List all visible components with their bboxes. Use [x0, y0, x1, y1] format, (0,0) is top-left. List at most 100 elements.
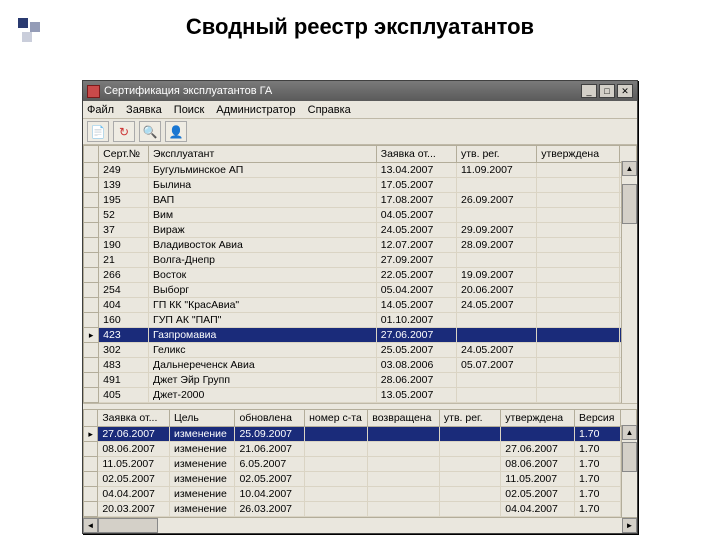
cell — [439, 442, 500, 457]
table-row[interactable]: 302Геликс25.05.200724.05.2007 — [84, 343, 637, 358]
cell: 195 — [99, 193, 149, 208]
table-row[interactable]: ▸423Газпромавиа27.06.2007 — [84, 328, 637, 343]
table-row[interactable]: 02.05.2007изменение02.05.200711.05.20071… — [84, 472, 637, 487]
column-header[interactable]: Заявка от... — [98, 410, 170, 427]
table-row[interactable]: 160ГУП АК "ПАП"01.10.2007 — [84, 313, 637, 328]
cell: 20.06.2007 — [456, 283, 536, 298]
menu-search[interactable]: Поиск — [174, 104, 204, 116]
scroll-left-icon[interactable]: ◄ — [83, 518, 98, 533]
table-row[interactable]: ▸27.06.2007изменение25.09.20071.70 — [84, 427, 637, 442]
cell: 21.06.2007 — [235, 442, 305, 457]
cell — [537, 343, 619, 358]
cell: Былина — [149, 178, 377, 193]
column-header[interactable]: утв. рег. — [439, 410, 500, 427]
cell: 491 — [99, 373, 149, 388]
close-button[interactable]: ✕ — [617, 84, 633, 98]
column-header[interactable]: утверждена — [501, 410, 575, 427]
menu-admin[interactable]: Администратор — [216, 104, 295, 116]
cell — [305, 502, 368, 517]
table-row[interactable]: 405Джет-200013.05.2007 — [84, 388, 637, 403]
column-header[interactable]: Цель — [169, 410, 235, 427]
vscrollbar-top[interactable]: ▲ — [621, 161, 637, 403]
cell: 02.05.2007 — [501, 487, 575, 502]
menu-help[interactable]: Справка — [308, 104, 351, 116]
scroll-thumb[interactable] — [622, 442, 637, 472]
vscrollbar-bottom[interactable]: ▲ — [621, 425, 637, 517]
table-row[interactable]: 21Волга-Днепр27.09.2007 — [84, 253, 637, 268]
table-row[interactable]: 08.06.2007изменение21.06.200727.06.20071… — [84, 442, 637, 457]
scroll-up-icon[interactable]: ▲ — [622, 425, 637, 440]
table-row[interactable]: 52Вим04.05.2007 — [84, 208, 637, 223]
table-row[interactable]: 404ГП КК "КрасАвиа"14.05.200724.05.2007 — [84, 298, 637, 313]
hscrollbar[interactable]: ◄ ► — [83, 517, 637, 533]
maximize-button[interactable]: □ — [599, 84, 615, 98]
scroll-thumb[interactable] — [622, 184, 637, 224]
table-row[interactable]: 139Былина17.05.2007 — [84, 178, 637, 193]
scroll-right-icon[interactable]: ► — [622, 518, 637, 533]
column-header[interactable]: номер с-та — [305, 410, 368, 427]
cell — [537, 298, 619, 313]
cell — [305, 472, 368, 487]
cell: 27.06.2007 — [501, 442, 575, 457]
column-header[interactable]: утверждена — [537, 146, 619, 163]
column-header[interactable]: Версия — [575, 410, 621, 427]
column-header[interactable]: Эксплуатант — [149, 146, 377, 163]
cell: 20.03.2007 — [98, 502, 170, 517]
cell — [537, 313, 619, 328]
table-row[interactable]: 483Дальнереченск Авиа03.08.200605.07.200… — [84, 358, 637, 373]
table-row[interactable]: 249Бугульминское АП13.04.200711.09.2007 — [84, 163, 637, 178]
column-header[interactable]: Серт.№ — [99, 146, 149, 163]
menu-request[interactable]: Заявка — [126, 104, 162, 116]
cell: 10.04.2007 — [235, 487, 305, 502]
table-row[interactable]: 37Вираж24.05.200729.09.2007 — [84, 223, 637, 238]
table-row[interactable]: 04.04.2007изменение10.04.200702.05.20071… — [84, 487, 637, 502]
cell: 11.05.2007 — [501, 472, 575, 487]
cell: 423 — [99, 328, 149, 343]
app-icon — [87, 85, 100, 98]
column-header[interactable]: Заявка от... — [376, 146, 456, 163]
column-header[interactable]: обновлена — [235, 410, 305, 427]
refresh-icon[interactable]: ↻ — [113, 121, 135, 142]
requests-table[interactable]: Заявка от...Цельобновленаномер с-тавозвр… — [83, 409, 637, 517]
cell: 02.05.2007 — [98, 472, 170, 487]
table-row[interactable]: 266Восток22.05.200719.09.2007 — [84, 268, 637, 283]
table-row[interactable]: 254Выборг05.04.200720.06.2007 — [84, 283, 637, 298]
new-doc-icon[interactable]: 📄 — [87, 121, 109, 142]
scroll-up-icon[interactable]: ▲ — [622, 161, 637, 176]
cell — [501, 427, 575, 442]
cell: 26.03.2007 — [235, 502, 305, 517]
admin-icon[interactable]: 👤 — [165, 121, 187, 142]
cell: изменение — [169, 457, 235, 472]
cell: 29.09.2007 — [456, 223, 536, 238]
cell: 03.08.2006 — [376, 358, 456, 373]
app-window: Сертификация эксплуатантов ГА _ □ ✕ Файл… — [82, 80, 638, 534]
table-row[interactable]: 491Джет Эйр Групп28.06.2007 — [84, 373, 637, 388]
cell — [305, 487, 368, 502]
titlebar[interactable]: Сертификация эксплуатантов ГА _ □ ✕ — [83, 81, 637, 101]
cell — [537, 268, 619, 283]
menu-file[interactable]: Файл — [87, 104, 114, 116]
table-row[interactable]: 11.05.2007изменение6.05.200708.06.20071.… — [84, 457, 637, 472]
table-row[interactable]: 190Владивосток Авиа12.07.200728.09.2007 — [84, 238, 637, 253]
cell — [368, 472, 440, 487]
cell: 12.07.2007 — [376, 238, 456, 253]
table-row[interactable]: 195ВАП17.08.200726.09.2007 — [84, 193, 637, 208]
table-row[interactable]: 20.03.2007изменение26.03.200704.04.20071… — [84, 502, 637, 517]
column-header[interactable]: возвращена — [368, 410, 440, 427]
cell: 160 — [99, 313, 149, 328]
cell: 249 — [99, 163, 149, 178]
minimize-button[interactable]: _ — [581, 84, 597, 98]
cell: ГУП АК "ПАП" — [149, 313, 377, 328]
cell: 1.70 — [575, 487, 621, 502]
search-icon[interactable]: 🔍 — [139, 121, 161, 142]
operators-table[interactable]: Серт.№ЭксплуатантЗаявка от...утв. рег.ут… — [83, 145, 637, 403]
cell — [537, 238, 619, 253]
cell: 25.05.2007 — [376, 343, 456, 358]
hscroll-thumb[interactable] — [98, 518, 158, 533]
cell: 24.05.2007 — [456, 343, 536, 358]
cell — [439, 472, 500, 487]
cell: изменение — [169, 487, 235, 502]
cell: Восток — [149, 268, 377, 283]
column-header[interactable]: утв. рег. — [456, 146, 536, 163]
cell: 25.09.2007 — [235, 427, 305, 442]
